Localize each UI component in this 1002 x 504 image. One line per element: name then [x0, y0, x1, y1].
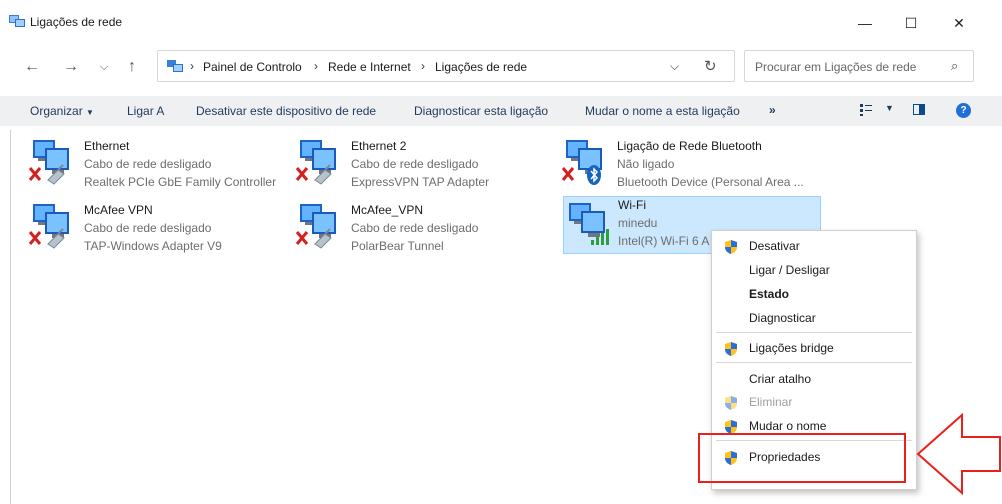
highlight-box	[698, 433, 906, 483]
arrow-up-icon: ↑	[128, 58, 136, 75]
connection-name: Ethernet	[84, 139, 130, 153]
back-button[interactable]: ←	[20, 56, 44, 78]
context-menu-item[interactable]: Desativar	[712, 236, 916, 258]
close-button[interactable]: ✕	[936, 8, 982, 38]
breadcrumb-item[interactable]: Ligações de rede	[435, 60, 527, 74]
connection-device: Bluetooth Device (Personal Area ...	[617, 175, 804, 189]
maximize-icon: ☐	[904, 15, 918, 31]
search-input[interactable]: Procurar em Ligações de rede ⌕	[744, 50, 974, 82]
minimize-icon: —	[858, 15, 872, 31]
caret-down-icon[interactable]: ▼	[885, 103, 894, 113]
forward-button[interactable]: →	[59, 56, 83, 78]
more-commands-button[interactable]: »	[769, 103, 776, 117]
chevron-down-icon: ⌵	[99, 61, 109, 73]
connection-device: ExpressVPN TAP Adapter	[351, 175, 490, 189]
address-bar[interactable]: › Painel de Controlo › Rede e Internet ›…	[157, 50, 735, 82]
arrow-right-icon: →	[63, 58, 79, 75]
connection-status: Cabo de rede desligado	[351, 157, 479, 171]
uac-shield-icon	[723, 341, 739, 357]
connection-device: TAP-Windows Adapter V9	[84, 239, 222, 253]
divider	[10, 130, 11, 504]
context-menu-item[interactable]: Ligações bridge	[712, 338, 916, 360]
refresh-icon[interactable]: ↻	[704, 57, 717, 75]
maximize-button[interactable]: ☐	[888, 8, 934, 38]
connection-device: Realtek PCIe GbE Family Controller	[84, 175, 277, 189]
context-menu-item[interactable]: Diagnosticar	[712, 308, 916, 330]
uac-shield-icon	[723, 395, 739, 411]
context-menu-label: Eliminar	[749, 395, 793, 409]
connection-name: Ethernet 2	[351, 139, 407, 153]
uac-shield-icon	[723, 239, 739, 255]
connection-status: Não ligado	[617, 157, 675, 171]
connection-name: Wi-Fi	[618, 198, 646, 212]
help-icon[interactable]: ?	[956, 103, 971, 118]
context-menu-label: Desativar	[749, 239, 800, 253]
context-menu-label: Diagnosticar	[749, 311, 816, 325]
rename-button[interactable]: Mudar o nome a esta ligação	[585, 104, 740, 118]
diagnose-button[interactable]: Diagnosticar esta ligação	[414, 104, 548, 118]
context-menu-label: Criar atalho	[749, 372, 812, 386]
breadcrumb-separator-icon: ›	[314, 59, 318, 73]
disconnected-icon	[28, 164, 68, 189]
recent-locations-button[interactable]: ⌵	[92, 56, 116, 78]
connect-to-button[interactable]: Ligar A	[127, 104, 164, 118]
search-icon: ⌕	[951, 58, 959, 73]
caret-down-icon: ▼	[86, 108, 94, 117]
window-title: Ligações de rede	[30, 15, 123, 29]
disconnected-icon	[295, 164, 335, 189]
connection-name: Ligação de Rede Bluetooth	[617, 139, 762, 153]
context-menu-label: Ligações bridge	[749, 341, 834, 355]
context-menu-item[interactable]: Criar atalho	[712, 369, 916, 391]
breadcrumb-item[interactable]: Rede e Internet	[328, 60, 411, 74]
context-menu-item: Eliminar	[712, 392, 916, 414]
context-menu-label: Estado	[749, 287, 790, 301]
connection-item[interactable]: McAfee VPN Cabo de rede desligado TAP-Wind…	[28, 202, 290, 260]
command-bar: Organizar ▼ Ligar A Desativar este dispo…	[0, 96, 1002, 126]
connection-item[interactable]: McAfee_VPN Cabo de rede desligado PolarBea…	[295, 202, 557, 260]
connection-status: Cabo de rede desligado	[351, 221, 479, 235]
breadcrumb-separator-icon: ›	[190, 59, 194, 73]
disconnected-icon	[295, 228, 335, 253]
disable-device-button[interactable]: Desativar este dispositivo de rede	[196, 104, 376, 118]
change-view-icon[interactable]	[860, 104, 872, 116]
network-connections-icon	[167, 60, 183, 72]
breadcrumb-item[interactable]: Painel de Controlo	[203, 60, 302, 74]
menu-separator	[716, 332, 912, 333]
connection-name: McAfee_VPN	[351, 203, 424, 217]
connection-status: Cabo de rede desligado	[84, 157, 212, 171]
connection-status: Cabo de rede desligado	[84, 221, 212, 235]
pointer-arrow-icon	[916, 412, 1001, 496]
address-dropdown-icon[interactable]: ⌵	[670, 59, 679, 74]
connection-device: Intel(R) Wi-Fi 6 A	[618, 234, 710, 248]
connection-device: PolarBear Tunnel	[351, 239, 444, 253]
preview-pane-icon[interactable]	[913, 104, 925, 115]
network-connections-icon	[9, 15, 25, 27]
title-bar: Ligações de rede — ☐ ✕	[0, 0, 1002, 44]
search-placeholder: Procurar em Ligações de rede	[755, 60, 917, 74]
menu-separator	[716, 362, 912, 363]
connection-item[interactable]: Ethernet Cabo de rede desligado Realtek PC…	[28, 138, 290, 196]
connection-name: McAfee VPN	[84, 203, 153, 217]
connection-item[interactable]: Ligação de Rede Bluetooth Não ligado Bluet…	[561, 138, 823, 196]
minimize-button[interactable]: —	[842, 8, 888, 38]
connection-item[interactable]: Ethernet 2 Cabo de rede desligado ExpressV…	[295, 138, 557, 196]
wifi-signal-icon	[590, 227, 612, 248]
disconnected-icon	[28, 228, 68, 253]
arrow-left-icon: ←	[24, 58, 40, 75]
organize-menu[interactable]: Organizar ▼	[30, 104, 94, 118]
bluetooth-icon	[561, 164, 601, 189]
context-menu-item[interactable]: Estado	[712, 284, 916, 306]
connection-status: minedu	[618, 216, 658, 230]
breadcrumb-separator-icon: ›	[421, 59, 425, 73]
context-menu-label: Ligar / Desligar	[749, 263, 830, 277]
close-icon: ✕	[953, 15, 965, 31]
context-menu-item[interactable]: Ligar / Desligar	[712, 260, 916, 282]
up-button[interactable]: ↑	[120, 56, 144, 78]
context-menu-label: Mudar o nome	[749, 419, 827, 433]
